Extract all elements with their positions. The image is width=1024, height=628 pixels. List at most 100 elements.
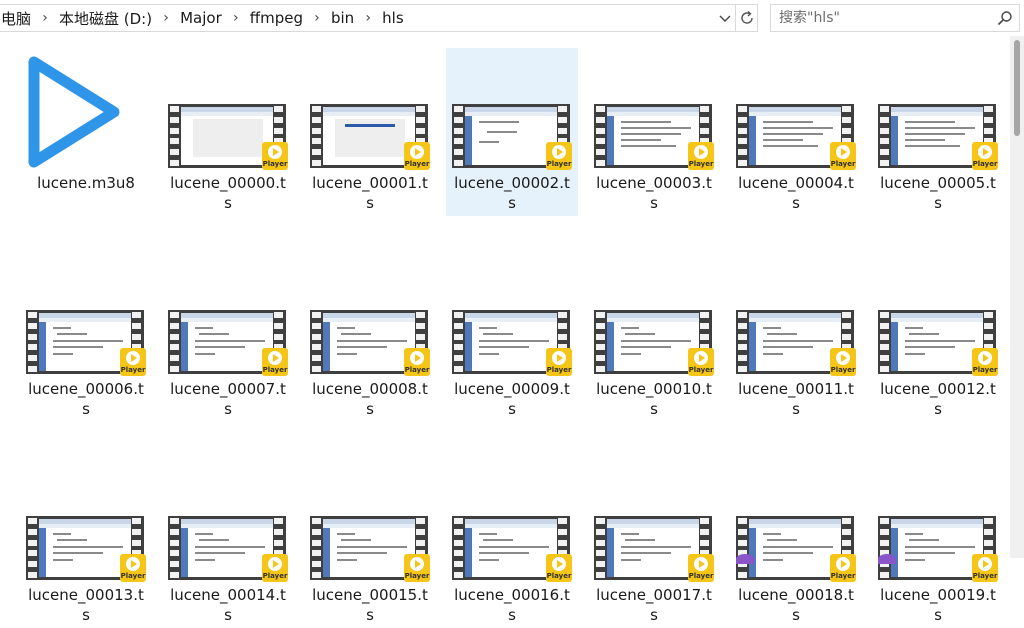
- file-item[interactable]: Player lucene_00016.ts: [446, 460, 578, 628]
- file-item[interactable]: lucene.m3u8: [20, 48, 152, 216]
- video-thumbnail: Player: [452, 516, 572, 582]
- player-badge-icon: Player: [830, 554, 856, 582]
- video-thumbnail: Player: [594, 104, 714, 170]
- file-item[interactable]: Player lucene_00009.ts: [446, 254, 578, 422]
- file-name: lucene_00006.ts: [28, 380, 144, 418]
- chevron-right-icon[interactable]: ›: [305, 10, 329, 26]
- breadcrumb-item-pc[interactable]: 电脑: [0, 8, 33, 29]
- play-file-icon: [28, 56, 120, 168]
- file-name: lucene_00019.ts: [880, 586, 996, 624]
- chevron-right-icon[interactable]: ›: [356, 10, 380, 26]
- video-thumbnail: Player: [26, 310, 146, 376]
- player-badge-icon: Player: [972, 348, 998, 376]
- player-badge-icon: Player: [972, 142, 998, 170]
- file-item[interactable]: Player lucene_00000.ts: [162, 48, 294, 216]
- search-input[interactable]: [779, 8, 984, 28]
- file-name: lucene_00012.ts: [880, 380, 996, 418]
- file-item[interactable]: Player lucene_00008.ts: [304, 254, 436, 422]
- player-badge-icon: Player: [262, 554, 288, 582]
- toolbar: 电脑 › 本地磁盘 (D:) › Major › ffmpeg › bin › …: [0, 0, 1024, 36]
- file-item[interactable]: Player lucene_00006.ts: [20, 254, 152, 422]
- file-item[interactable]: Player lucene_00018.ts: [730, 460, 862, 628]
- file-name: lucene_00007.ts: [170, 380, 286, 418]
- file-list: lucene.m3u8 Player lucene_00000.ts Player lu…: [0, 36, 1010, 624]
- file-item[interactable]: Player lucene_00015.ts: [304, 460, 436, 628]
- file-name: lucene_00013.ts: [28, 586, 144, 624]
- file-name: lucene_00016.ts: [454, 586, 570, 624]
- video-thumbnail: Player: [736, 310, 856, 376]
- address-bar[interactable]: 电脑 › 本地磁盘 (D:) › Major › ffmpeg › bin › …: [0, 4, 736, 32]
- file-name: lucene_00011.ts: [738, 380, 854, 418]
- video-thumbnail: Player: [452, 310, 572, 376]
- video-thumbnail: Player: [736, 104, 856, 170]
- file-name: lucene_00009.ts: [454, 380, 570, 418]
- file-name: lucene_00001.ts: [312, 174, 428, 212]
- video-thumbnail: Player: [168, 104, 288, 170]
- breadcrumb-item-bin[interactable]: bin: [329, 9, 356, 27]
- scrollbar-thumb[interactable]: [1014, 40, 1020, 136]
- player-badge-icon: Player: [546, 348, 572, 376]
- player-badge-icon: Player: [404, 142, 430, 170]
- file-item[interactable]: Player lucene_00012.ts: [872, 254, 1004, 422]
- vertical-scrollbar[interactable]: [1010, 36, 1024, 558]
- player-badge-icon: Player: [830, 142, 856, 170]
- file-item[interactable]: Player lucene_00010.ts: [588, 254, 720, 422]
- search-box[interactable]: [770, 4, 1020, 32]
- file-item[interactable]: Player lucene_00019.ts: [872, 460, 1004, 628]
- file-name: lucene_00002.ts: [454, 174, 570, 212]
- player-badge-icon: Player: [120, 554, 146, 582]
- file-name: lucene.m3u8: [37, 174, 135, 192]
- file-name: lucene_00008.ts: [312, 380, 428, 418]
- breadcrumb: 电脑 › 本地磁盘 (D:) › Major › ffmpeg › bin › …: [0, 5, 406, 31]
- file-item[interactable]: Player lucene_00003.ts: [588, 48, 720, 216]
- player-badge-icon: Player: [688, 142, 714, 170]
- chevron-right-icon[interactable]: ›: [33, 10, 57, 26]
- breadcrumb-item-hls[interactable]: hls: [380, 9, 406, 27]
- video-thumbnail: Player: [26, 516, 146, 582]
- chevron-right-icon[interactable]: ›: [154, 10, 178, 26]
- video-thumbnail: Player: [878, 516, 998, 582]
- player-badge-icon: Player: [688, 554, 714, 582]
- file-item[interactable]: Player lucene_00007.ts: [162, 254, 294, 422]
- player-badge-icon: Player: [262, 142, 288, 170]
- chevron-right-icon[interactable]: ›: [224, 10, 248, 26]
- file-item[interactable]: Player lucene_00014.ts: [162, 460, 294, 628]
- player-badge-icon: Player: [546, 554, 572, 582]
- file-name: lucene_00004.ts: [738, 174, 854, 212]
- file-name: lucene_00014.ts: [170, 586, 286, 624]
- breadcrumb-item-drive-d[interactable]: 本地磁盘 (D:): [57, 8, 154, 29]
- player-badge-icon: Player: [120, 348, 146, 376]
- file-item[interactable]: Player lucene_00002.ts: [446, 48, 578, 216]
- player-badge-icon: Player: [262, 348, 288, 376]
- video-thumbnail: Player: [594, 310, 714, 376]
- search-icon[interactable]: [997, 10, 1013, 30]
- video-thumbnail: Player: [168, 516, 288, 582]
- player-badge-icon: Player: [404, 348, 430, 376]
- player-badge-icon: Player: [688, 348, 714, 376]
- file-name: lucene_00005.ts: [880, 174, 996, 212]
- video-thumbnail: Player: [452, 104, 572, 170]
- file-item[interactable]: Player lucene_00011.ts: [730, 254, 862, 422]
- file-item[interactable]: Player lucene_00004.ts: [730, 48, 862, 216]
- file-name: lucene_00015.ts: [312, 586, 428, 624]
- player-badge-icon: Player: [546, 142, 572, 170]
- file-grid: lucene.m3u8 Player lucene_00000.ts Player lu…: [20, 48, 1004, 628]
- video-thumbnail: Player: [310, 310, 430, 376]
- file-item[interactable]: Player lucene_00001.ts: [304, 48, 436, 216]
- file-item[interactable]: Player lucene_00005.ts: [872, 48, 1004, 216]
- player-badge-icon: Player: [972, 554, 998, 582]
- file-item[interactable]: Player lucene_00017.ts: [588, 460, 720, 628]
- file-name: lucene_00000.ts: [170, 174, 286, 212]
- file-name: lucene_00017.ts: [596, 586, 712, 624]
- file-item[interactable]: Player lucene_00013.ts: [20, 460, 152, 628]
- breadcrumb-item-ffmpeg[interactable]: ffmpeg: [248, 9, 305, 27]
- video-thumbnail: Player: [878, 104, 998, 170]
- video-thumbnail: Player: [594, 516, 714, 582]
- chevron-down-icon[interactable]: [715, 10, 735, 28]
- partial-file-icon: [736, 554, 754, 564]
- video-thumbnail: Player: [878, 310, 998, 376]
- refresh-button[interactable]: [736, 4, 758, 32]
- file-name: lucene_00003.ts: [596, 174, 712, 212]
- breadcrumb-item-major[interactable]: Major: [178, 9, 224, 27]
- video-thumbnail: Player: [310, 104, 430, 170]
